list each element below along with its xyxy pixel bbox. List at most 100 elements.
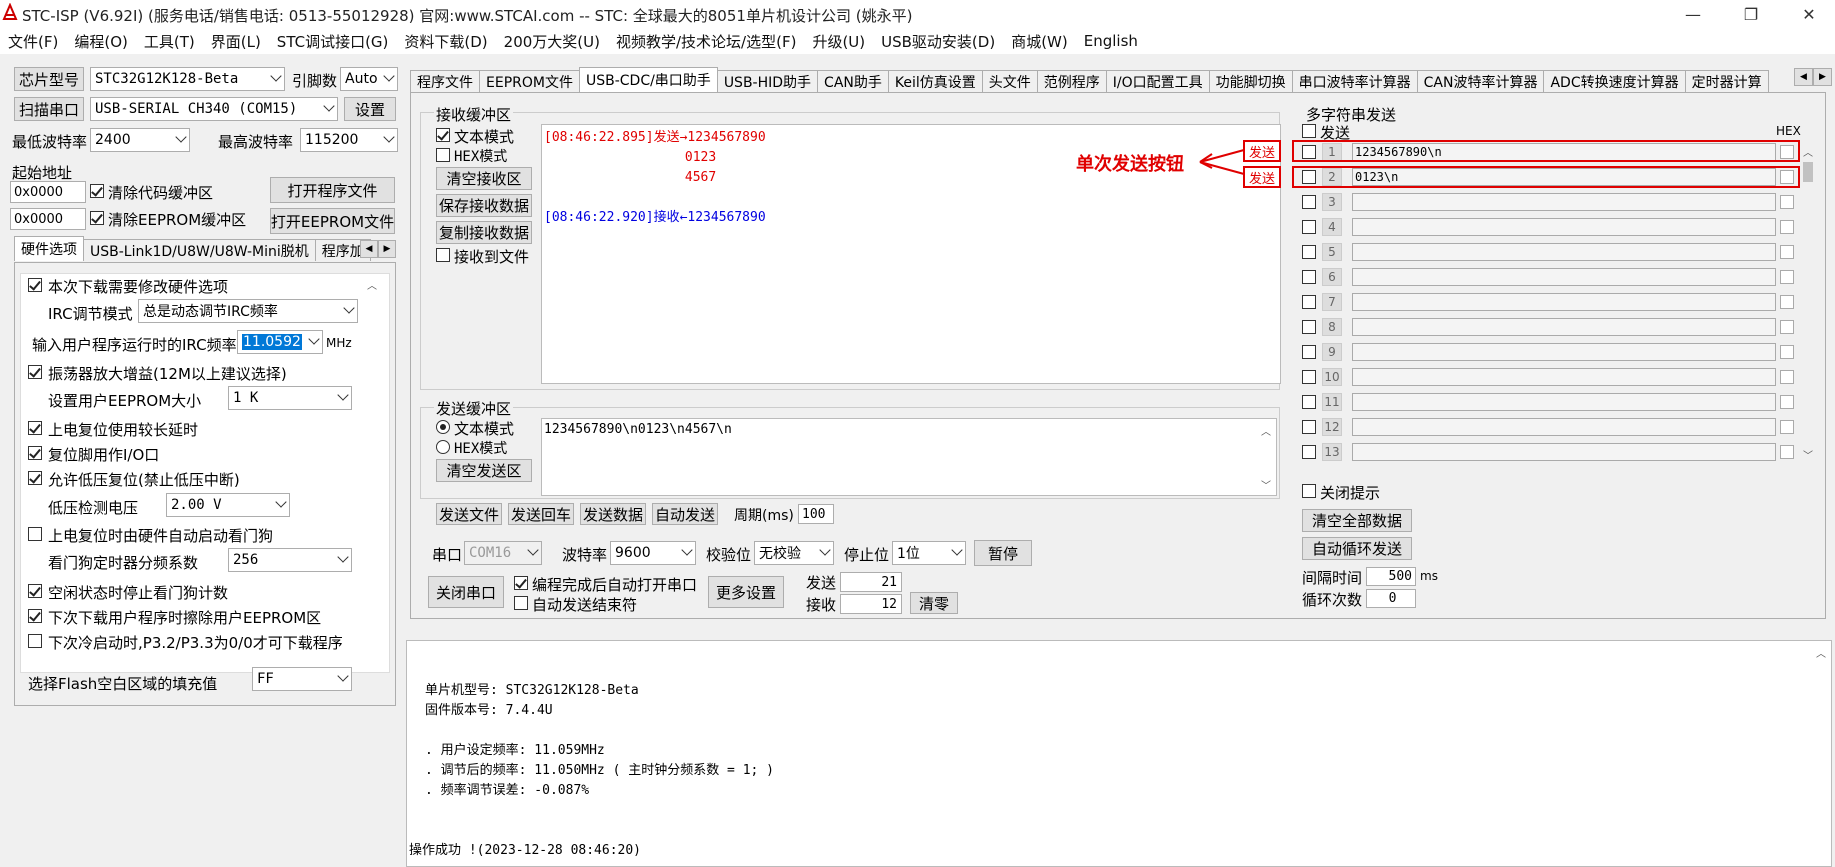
main-tab[interactable]: CAN波特率计算器 — [1416, 70, 1545, 92]
settings-button[interactable]: 设置 — [344, 97, 396, 121]
recv-to-file-checkbox[interactable] — [436, 248, 450, 262]
multi-row-checkbox[interactable] — [1302, 195, 1316, 209]
multi-row-number[interactable]: 9 — [1322, 343, 1342, 361]
single-send-button-1[interactable]: 发送 — [1243, 140, 1281, 162]
send-file-button[interactable]: 发送文件 — [436, 503, 502, 525]
multi-row-checkbox[interactable] — [1302, 245, 1316, 259]
auto-send-end-checkbox[interactable] — [514, 596, 528, 610]
multi-scrollbar-thumb[interactable] — [1803, 162, 1813, 182]
stop-bits-select[interactable]: 1位 — [892, 541, 966, 565]
cold-boot-checkbox[interactable] — [28, 634, 42, 648]
send-data-button[interactable]: 发送数据 — [580, 503, 646, 525]
save-receive-button[interactable]: 保存接收数据 — [436, 194, 532, 217]
recv-text-mode-checkbox[interactable] — [436, 128, 450, 142]
restore-button[interactable]: ❐ — [1728, 0, 1774, 28]
tab-scroll-right-icon[interactable]: ▶ — [1813, 68, 1832, 86]
menu-item[interactable]: 升级(U) — [804, 31, 873, 52]
chip-model-select[interactable]: STC32G12K128-Beta — [90, 67, 285, 91]
multi-row-input[interactable] — [1352, 218, 1776, 236]
left-tab[interactable]: USB-Link1D/U8W/U8W-Mini脱机 — [83, 239, 316, 261]
interval-input[interactable]: 500 — [1366, 567, 1416, 586]
idle-stop-wdt-checkbox[interactable] — [28, 584, 42, 598]
multi-row-hex-checkbox[interactable] — [1780, 320, 1794, 334]
flash-fill-select[interactable]: FF — [252, 667, 352, 691]
multi-row-number[interactable]: 6 — [1322, 268, 1342, 286]
menu-item[interactable]: 视频教学/技术论坛/选型(F) — [608, 31, 804, 52]
send-textarea[interactable]: 1234567890\n0123\n4567\n ︿ ﹀ — [541, 418, 1277, 496]
main-tab[interactable]: USB-CDC/串口助手 — [578, 67, 718, 92]
main-tab[interactable]: ADC转换速度计算器 — [1543, 70, 1686, 92]
recv-hex-mode-checkbox[interactable] — [436, 148, 450, 162]
main-tab[interactable]: 串口波特率计算器 — [1291, 70, 1418, 92]
auto-loop-send-button[interactable]: 自动循环发送 — [1302, 537, 1412, 560]
multi-row-input[interactable] — [1352, 318, 1776, 336]
auto-send-button[interactable]: 自动发送 — [652, 503, 718, 525]
reset-pin-io-checkbox[interactable] — [28, 446, 42, 460]
clear-code-buffer-checkbox[interactable] — [90, 184, 104, 198]
wdt-div-select[interactable]: 256 — [228, 548, 352, 572]
main-tab[interactable]: 定时器计算 — [1684, 70, 1769, 92]
multi-row-number[interactable]: 5 — [1322, 243, 1342, 261]
lvd-reset-checkbox[interactable] — [28, 471, 42, 485]
multi-row-hex-checkbox[interactable] — [1780, 245, 1794, 259]
menu-item[interactable]: 界面(L) — [203, 31, 269, 52]
modify-hw-options-checkbox[interactable] — [28, 278, 42, 292]
menu-item[interactable]: English — [1076, 32, 1146, 50]
scan-port-button[interactable]: 扫描串口 — [14, 97, 84, 121]
multi-row-hex-checkbox[interactable] — [1780, 420, 1794, 434]
lvd-voltage-select[interactable]: 2.00 V — [166, 493, 290, 517]
multi-row-hex-checkbox[interactable] — [1780, 195, 1794, 209]
send-hex-mode-radio[interactable] — [436, 440, 450, 454]
period-input[interactable]: 100 — [798, 504, 834, 524]
osc-gain-checkbox[interactable] — [28, 365, 42, 379]
clear-eeprom-buffer-checkbox[interactable] — [90, 211, 104, 225]
parity-select[interactable]: 无校验 — [754, 541, 834, 565]
multi-row-checkbox[interactable] — [1302, 445, 1316, 459]
multi-send-all-checkbox[interactable] — [1302, 124, 1316, 138]
multi-row-number[interactable]: 13 — [1322, 443, 1342, 461]
pins-select[interactable]: Auto — [340, 67, 398, 91]
multi-row-hex-checkbox[interactable] — [1780, 445, 1794, 459]
multi-row-input[interactable] — [1352, 418, 1776, 436]
multi-row-input[interactable] — [1352, 368, 1776, 386]
loop-count-input[interactable]: 0 — [1366, 589, 1416, 608]
clear-send-button[interactable]: 清空发送区 — [436, 459, 532, 482]
multi-row-hex-checkbox[interactable] — [1780, 270, 1794, 284]
multi-row-input[interactable] — [1352, 393, 1776, 411]
tab-scroll-left-icon[interactable]: ◀ — [1794, 68, 1813, 86]
open-eeprom-file-button[interactable]: 打开EEPROM文件 — [270, 208, 395, 234]
power-reset-delay-checkbox[interactable] — [28, 421, 42, 435]
multi-row-hex-checkbox[interactable] — [1780, 370, 1794, 384]
menu-item[interactable]: 编程(O) — [66, 31, 136, 52]
multi-row-input[interactable] — [1352, 243, 1776, 261]
main-tab[interactable]: USB-HID助手 — [716, 70, 819, 92]
wdt-auto-checkbox[interactable] — [28, 527, 42, 541]
send-return-button[interactable]: 发送回车 — [508, 503, 574, 525]
min-baud-select[interactable]: 2400 — [90, 128, 190, 152]
scroll-down-icon[interactable]: ﹀ — [1258, 476, 1274, 492]
close-button[interactable]: ✕ — [1786, 0, 1832, 28]
com-port-select[interactable]: COM16 — [464, 541, 542, 565]
multi-row-hex-checkbox[interactable] — [1780, 295, 1794, 309]
main-tab[interactable]: 范例程序 — [1036, 70, 1107, 92]
copy-receive-button[interactable]: 复制接收数据 — [436, 221, 532, 244]
main-tab[interactable]: CAN助手 — [817, 70, 889, 92]
multi-row-hex-checkbox[interactable] — [1780, 220, 1794, 234]
tab-scroll-left-icon[interactable]: ◀ — [360, 240, 378, 258]
multi-row-input[interactable] — [1352, 443, 1776, 461]
auto-open-port-checkbox[interactable] — [514, 576, 528, 590]
multi-row-checkbox[interactable] — [1302, 395, 1316, 409]
start-address-input-2[interactable]: 0x0000 — [10, 208, 86, 230]
scroll-down-icon[interactable]: ﹀ — [1800, 446, 1816, 462]
multi-row-checkbox[interactable] — [1302, 345, 1316, 359]
menu-item[interactable]: USB驱动安装(D) — [873, 31, 1003, 52]
main-tab[interactable]: EEPROM文件 — [479, 70, 580, 92]
multi-row-checkbox[interactable] — [1302, 370, 1316, 384]
multi-row-input[interactable] — [1352, 268, 1776, 286]
clear-count-button[interactable]: 清零 — [910, 592, 958, 614]
main-tab[interactable]: 头文件 — [981, 70, 1038, 92]
left-tab[interactable]: 硬件选项 — [14, 236, 84, 261]
minimize-button[interactable]: — — [1670, 0, 1716, 28]
multi-row-hex-checkbox[interactable] — [1780, 395, 1794, 409]
eeprom-size-select[interactable]: 1 K — [228, 386, 352, 410]
